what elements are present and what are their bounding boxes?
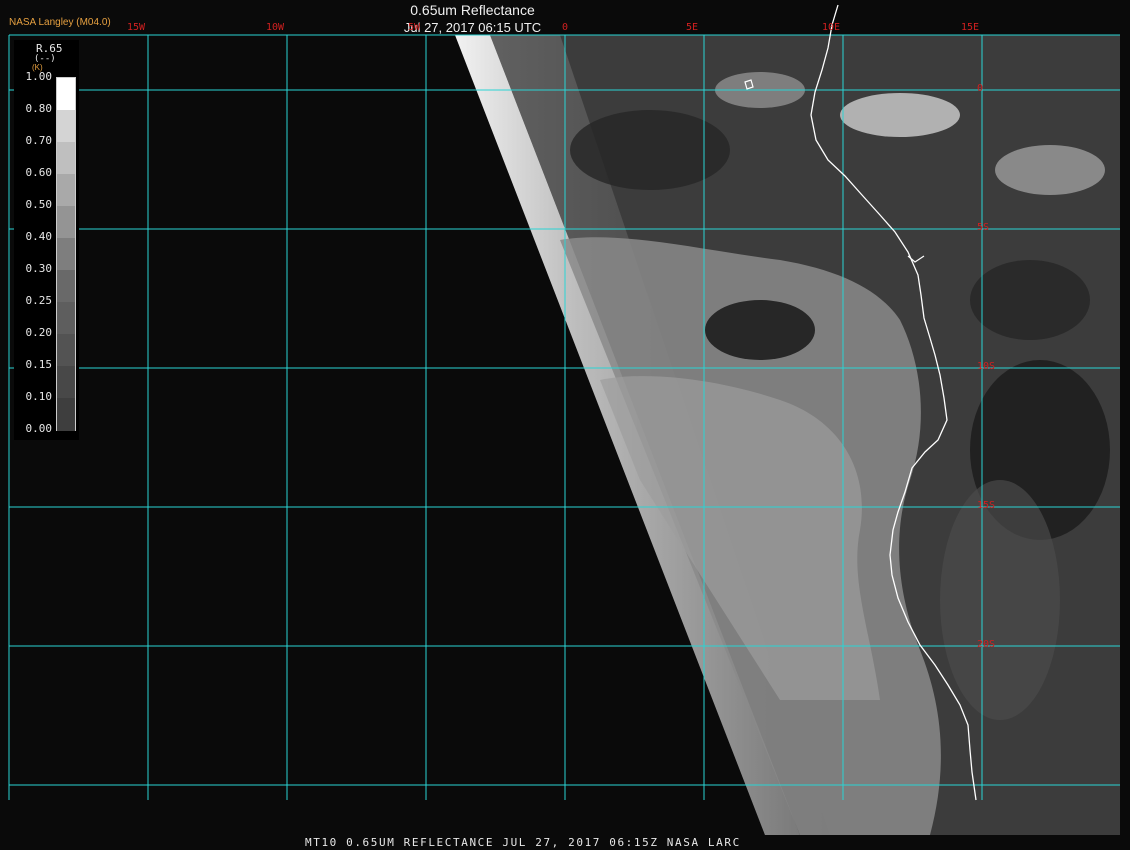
image-title: 0.65um Reflectance (410, 2, 535, 18)
latitude-label: 15S (977, 500, 996, 511)
longitude-label: 15W (126, 22, 146, 33)
land-surface (940, 480, 1060, 720)
legend-swatch (57, 78, 75, 111)
legend-tick-label: 0.50 (25, 198, 53, 211)
image-timestamp: Jul 27, 2017 06:15 UTC (403, 20, 542, 35)
clear-patch (570, 110, 730, 190)
legend-colorbar (56, 77, 76, 431)
longitude-label: 10E (821, 22, 841, 33)
convective-cloud (995, 145, 1105, 195)
longitude-label: 5E (685, 22, 699, 33)
satellite-image (8, 4, 1120, 835)
legend-tick-label: 0.00 (25, 422, 53, 435)
legend-tick-label: 0.10 (25, 390, 53, 403)
longitude-label: 15E (960, 22, 980, 33)
legend-tick-label: 0.30 (25, 262, 53, 275)
legend-swatch (57, 302, 75, 335)
legend-swatch (57, 110, 75, 143)
latitude-label: 10S (977, 361, 996, 372)
longitude-label: 10W (265, 22, 285, 33)
legend-swatch (57, 398, 75, 431)
footer-caption: MT10 0.65UM REFLECTANCE JUL 27, 2017 06:… (305, 836, 741, 849)
legend-swatch (57, 366, 75, 399)
legend-swatch (57, 174, 75, 207)
legend-tick-label: 0.60 (25, 166, 53, 179)
clear-patch (705, 300, 815, 360)
longitude-label: 0 (561, 22, 569, 33)
legend-tick-label: 0.20 (25, 326, 53, 339)
clear-patch (970, 260, 1090, 340)
legend-tick-label: 0.25 (25, 294, 53, 307)
latitude-label: 0 (977, 83, 984, 94)
latitude-label: 5S (977, 222, 990, 233)
latitude-label: 20S (977, 639, 996, 650)
legend-tick-label: 0.70 (25, 134, 53, 147)
brand-label: NASA Langley (M04.0) (9, 17, 111, 28)
legend-swatch (57, 334, 75, 367)
legend-swatch (57, 238, 75, 271)
legend-tick-label: 0.15 (25, 358, 53, 371)
legend-swatch (57, 142, 75, 175)
longitude-label: 5W (407, 22, 421, 33)
legend-tick-label: 1.00 (25, 70, 53, 83)
legend-swatch (57, 270, 75, 303)
color-legend: R.65 (--) (K) 1.00 0.80 0.70 0.60 0.50 0.40 0.… (14, 40, 79, 440)
legend-swatch (57, 206, 75, 239)
convective-cloud (840, 93, 960, 137)
legend-tick-label: 0.40 (25, 230, 53, 243)
legend-tick-label: 0.80 (25, 102, 53, 115)
